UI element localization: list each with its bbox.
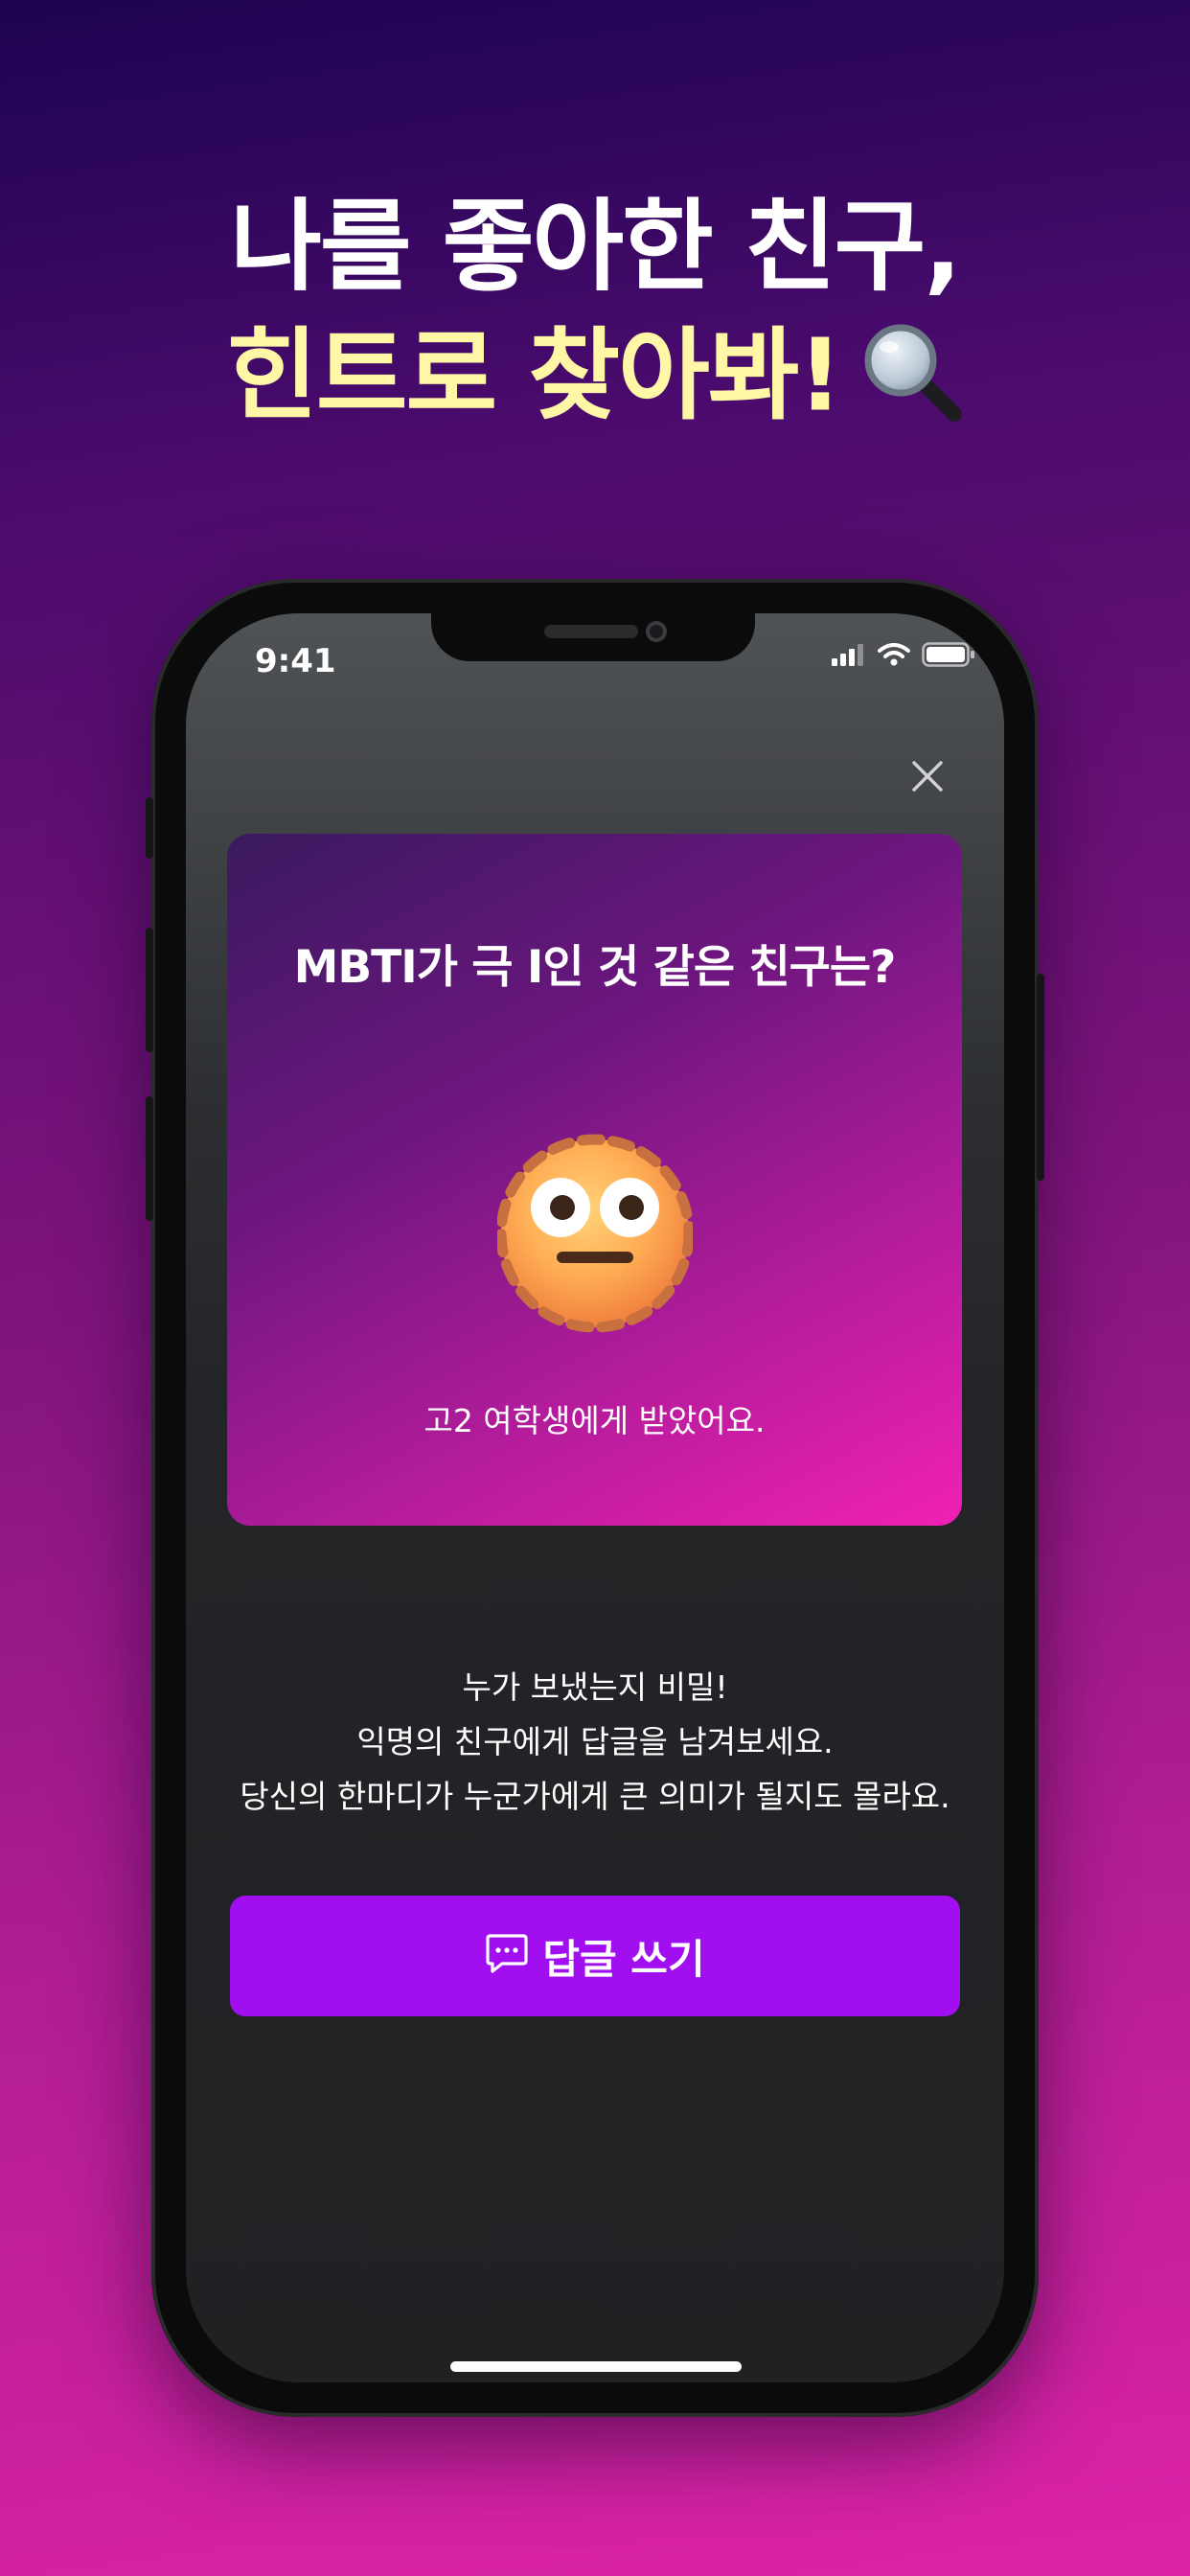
close-icon (912, 761, 943, 792)
phone-frame: 9:41 MBTI가 극 I인 것 같은 친구는? 고2 여학생에게 받았어요.… (146, 579, 1044, 2417)
front-camera (646, 621, 667, 642)
headline-line-1: 나를 좋아한 친구, (230, 188, 962, 305)
speaker-grille (544, 625, 638, 638)
write-reply-button[interactable]: 답글 쓰기 (230, 1896, 960, 2016)
phone-screen: 9:41 MBTI가 극 I인 것 같은 친구는? 고2 여학생에게 받았어요.… (186, 613, 1004, 2382)
volume-down-button (146, 1096, 153, 1221)
close-button[interactable] (899, 748, 956, 805)
cellular-signal-icon (832, 643, 866, 670)
mute-switch (146, 797, 153, 859)
magnifying-glass-icon (858, 318, 964, 439)
description-line-3: 당신의 한마디가 누군가에게 큰 의미가 될지도 몰라요. (240, 1778, 950, 1815)
volume-up-button (146, 928, 153, 1052)
status-icons (832, 642, 975, 671)
card-sender-info: 고2 여학생에게 받았어요. (423, 1402, 766, 1439)
card-question: MBTI가 극 I인 것 같은 친구는? (293, 941, 897, 994)
headline-line-2-text: 힌트로 찾아봐! (226, 316, 843, 434)
description-line-2: 익명의 친구에게 답글을 남겨보세요. (356, 1723, 834, 1760)
notch (431, 613, 755, 661)
home-indicator[interactable] (450, 2361, 742, 2372)
battery-icon (922, 642, 975, 671)
wifi-icon (878, 643, 910, 670)
description-line-1: 누가 보냈는지 비밀! (462, 1668, 728, 1706)
message-bubble-icon (485, 1933, 529, 1979)
hint-card: MBTI가 극 I인 것 같은 친구는? 고2 여학생에게 받았어요. (227, 834, 962, 1526)
neutral-dotted-face-emoji (495, 1133, 695, 1338)
status-time: 9:41 (255, 642, 336, 680)
headline-line-2: 힌트로 찾아봐! (0, 322, 1190, 443)
power-button (1037, 974, 1044, 1181)
description: 누가 보냈는지 비밀! 익명의 친구에게 답글을 남겨보세요. 당신의 한마디가… (186, 1660, 1004, 1824)
write-reply-label: 답글 쓰기 (542, 1935, 705, 1983)
